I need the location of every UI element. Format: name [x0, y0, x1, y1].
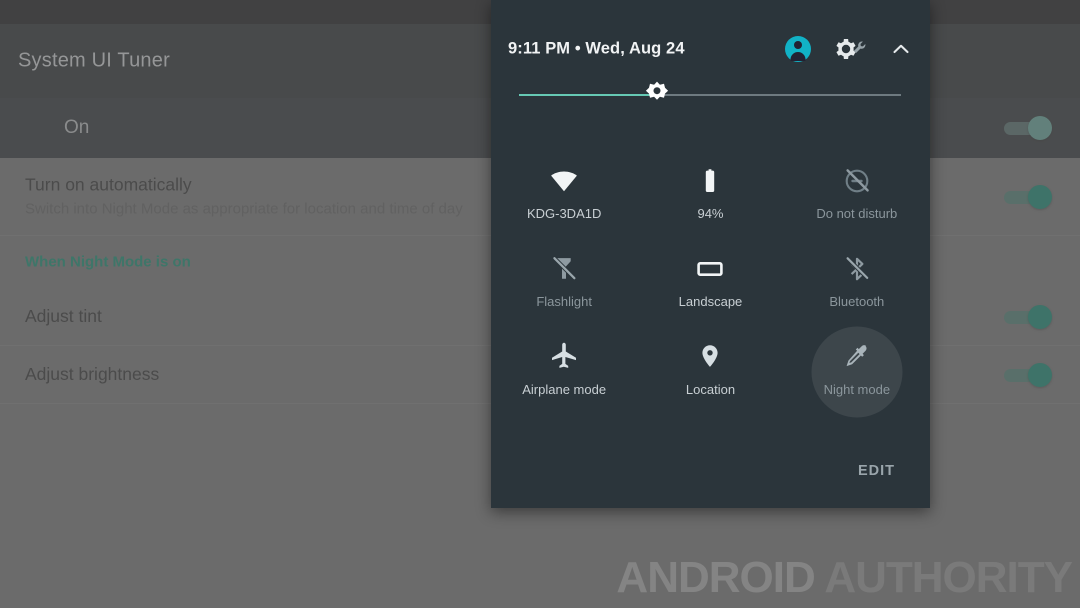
avatar-icon[interactable] — [785, 36, 811, 62]
tile-flashlight[interactable]: Flashlight — [491, 240, 637, 328]
tile-do-not-disturb[interactable]: Do not disturb — [784, 152, 930, 240]
watermark-word-1: ANDROID — [616, 553, 815, 602]
tile-press-ripple — [811, 326, 903, 418]
clock-and-date[interactable]: 9:11 PM • Wed, Aug 24 — [508, 40, 685, 59]
tile-label: Location — [685, 382, 736, 397]
wifi-icon — [549, 166, 579, 196]
flashlight-off-icon — [549, 254, 579, 284]
night-mode-master-switch[interactable] — [1004, 116, 1052, 140]
adjust-brightness-switch[interactable] — [1004, 362, 1052, 387]
watermark-word-2: AUTHORITY — [824, 553, 1073, 602]
bluetooth-off-icon — [842, 254, 872, 284]
tile-wifi[interactable]: KDG-3DA1D — [491, 152, 637, 240]
tile-row-3: Airplane mode Location Night mode — [491, 326, 930, 418]
watermark: ANDROID AUTHORITY — [616, 553, 1073, 602]
turn-on-automatically-switch[interactable] — [1004, 184, 1052, 209]
quick-settings-panel: 9:11 PM • Wed, Aug 24 KDG-3DA1D 94% Do n… — [491, 0, 930, 508]
adjust-tint-switch[interactable] — [1004, 304, 1052, 329]
switch-thumb — [1028, 116, 1052, 140]
tile-label: KDG-3DA1D — [526, 206, 602, 221]
switch-thumb — [1028, 184, 1052, 209]
brightness-slider-fill — [519, 94, 657, 96]
brightness-slider[interactable] — [509, 81, 911, 102]
chevron-up-icon[interactable] — [889, 37, 913, 61]
battery-icon — [695, 166, 725, 196]
switch-thumb — [1028, 304, 1052, 329]
night-mode-master-label: On — [64, 117, 90, 138]
tile-airplane-mode[interactable]: Airplane mode — [491, 328, 637, 416]
tile-row-2: Flashlight Landscape Bluetooth — [491, 240, 930, 328]
tile-rotation[interactable]: Landscape — [637, 240, 783, 328]
tile-label: Landscape — [678, 294, 743, 309]
edit-tiles-button[interactable]: EDIT — [858, 463, 895, 479]
tile-label: Do not disturb — [816, 206, 898, 221]
tile-label: Bluetooth — [829, 294, 885, 309]
tile-battery[interactable]: 94% — [637, 152, 783, 240]
switch-thumb — [1028, 362, 1052, 387]
location-pin-icon — [695, 342, 725, 372]
do-not-disturb-off-icon — [842, 166, 872, 196]
system-ui-tuner-icon[interactable] — [833, 36, 867, 62]
tile-label: 94% — [697, 206, 724, 221]
tile-label: Airplane mode — [522, 382, 607, 397]
quick-settings-header-icons — [785, 36, 913, 62]
tile-bluetooth[interactable]: Bluetooth — [784, 240, 930, 328]
tile-night-mode[interactable]: Night mode — [784, 326, 930, 418]
night-mode-eyedropper-icon — [842, 342, 872, 372]
rotation-landscape-icon — [695, 254, 725, 284]
brightness-slider-thumb[interactable] — [642, 80, 672, 110]
tile-label: Flashlight — [536, 294, 592, 309]
android-screen: System UI Tuner On Turn on automatically… — [0, 0, 1080, 608]
tile-label: Night mode — [823, 382, 891, 397]
section-header-label: When Night Mode is on — [25, 253, 191, 271]
quick-settings-tiles: KDG-3DA1D 94% Do not disturb Flashlight … — [491, 152, 930, 418]
tile-location[interactable]: Location — [637, 328, 783, 416]
quick-settings-header: 9:11 PM • Wed, Aug 24 — [491, 22, 930, 76]
page-title: System UI Tuner — [18, 49, 170, 72]
airplane-icon — [549, 342, 579, 372]
tile-row-1: KDG-3DA1D 94% Do not disturb — [491, 152, 930, 240]
